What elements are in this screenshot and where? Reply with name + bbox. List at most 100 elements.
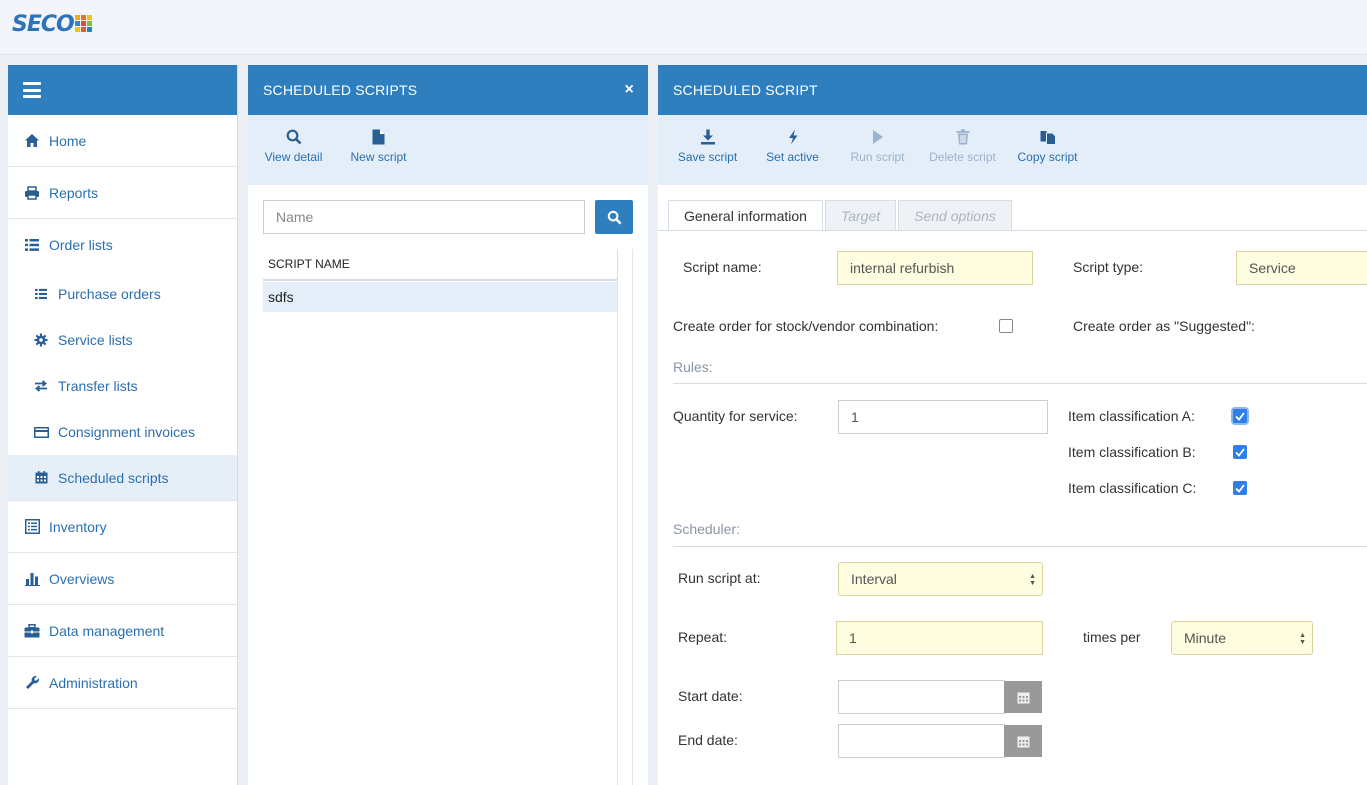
- trash-icon: [956, 128, 970, 146]
- sidebar-item-label: Reports: [49, 184, 99, 201]
- repeat-label: Repeat:: [678, 629, 728, 645]
- calendar-icon: [33, 471, 49, 484]
- repeat-input[interactable]: 1: [836, 621, 1043, 655]
- sidebar-subitem-consignment-invoices[interactable]: Consignment invoices: [8, 409, 237, 455]
- copy-script-button[interactable]: Copy script: [1010, 115, 1085, 164]
- sidebar-subitem-purchase-orders[interactable]: Purchase orders: [8, 271, 237, 317]
- tab-general-information[interactable]: General information: [668, 200, 823, 230]
- sidebar-item-label: Order lists: [49, 237, 113, 253]
- times-per-select[interactable]: Minute ▲ ▼: [1171, 621, 1313, 655]
- sidebar-item-reports[interactable]: Reports: [8, 167, 237, 219]
- list-icon: [33, 288, 49, 300]
- table-row[interactable]: sdfs: [263, 282, 617, 312]
- search-icon: [607, 210, 622, 225]
- row-script-name: sdfs: [268, 289, 294, 305]
- search-button[interactable]: [595, 200, 633, 234]
- gear-icon: [33, 333, 49, 347]
- wrench-icon: [23, 675, 41, 690]
- sidebar-item-administration[interactable]: Administration: [8, 657, 237, 709]
- class-c-checkbox[interactable]: [1233, 481, 1247, 495]
- view-detail-label: View detail: [264, 150, 323, 164]
- tab-underline: [658, 230, 1367, 231]
- repeat-value: 1: [849, 630, 857, 646]
- tab-target[interactable]: Target: [824, 200, 897, 230]
- tab-bar: General information Target Send options: [668, 200, 1014, 230]
- panel-title: SCHEDULED SCRIPT: [673, 82, 818, 98]
- briefcase-icon: [23, 623, 41, 638]
- sidebar-subitem-label: Service lists: [58, 332, 133, 348]
- search-row: [263, 200, 633, 234]
- quantity-value: 1: [851, 409, 859, 425]
- script-type-label: Script type:: [1073, 259, 1144, 275]
- new-script-label: New script: [350, 150, 407, 164]
- tab-label: General information: [684, 207, 807, 224]
- start-date-picker-button[interactable]: [1004, 681, 1042, 713]
- column-divider: [617, 249, 618, 281]
- search-icon: [286, 128, 302, 146]
- script-type-value: Service: [1249, 260, 1296, 276]
- save-script-label: Save script: [677, 150, 738, 164]
- new-script-button[interactable]: New script: [341, 115, 416, 164]
- sidebar-subitem-transfer-lists[interactable]: Transfer lists: [8, 363, 237, 409]
- sidebar-subitem-scheduled-scripts[interactable]: Scheduled scripts: [8, 455, 237, 501]
- sidebar-item-order-lists[interactable]: Order lists: [8, 219, 237, 271]
- seco-logo[interactable]: SECO: [12, 12, 92, 37]
- view-detail-button[interactable]: View detail: [256, 115, 331, 164]
- run-at-select[interactable]: Interval ▲ ▼: [838, 562, 1043, 596]
- sidebar-item-inventory[interactable]: Inventory: [8, 501, 237, 553]
- tab-label: Send options: [914, 207, 996, 224]
- play-icon: [872, 128, 884, 146]
- save-script-button[interactable]: Save script: [670, 115, 745, 164]
- run-at-label: Run script at:: [678, 570, 761, 586]
- sidebar-subitem-service-lists[interactable]: Service lists: [8, 317, 237, 363]
- panel-title: SCHEDULED SCRIPTS: [263, 82, 418, 98]
- sidebar-item-home[interactable]: Home: [8, 115, 237, 167]
- class-b-checkbox[interactable]: [1233, 445, 1247, 459]
- end-date-label: End date:: [678, 732, 738, 748]
- bar-chart-icon: [23, 572, 41, 586]
- close-icon[interactable]: ×: [624, 81, 634, 99]
- run-script-button[interactable]: Run script: [840, 115, 915, 164]
- list-icon: [23, 238, 41, 252]
- inventory-icon: [23, 519, 41, 534]
- sidebar-item-label: Inventory: [49, 518, 107, 535]
- script-name-value: internal refurbish: [850, 260, 955, 276]
- menu-icon[interactable]: [23, 82, 41, 98]
- class-a-checkbox[interactable]: [1233, 409, 1247, 423]
- delete-script-label: Delete script: [929, 150, 996, 164]
- create-order-checkbox[interactable]: [999, 319, 1013, 333]
- check-icon: [1235, 411, 1245, 421]
- start-date-label: Start date:: [678, 688, 743, 704]
- script-type-select[interactable]: Service: [1236, 251, 1367, 285]
- set-active-button[interactable]: Set active: [755, 115, 830, 164]
- column-header-script-name[interactable]: SCRIPT NAME: [263, 249, 617, 281]
- set-active-label: Set active: [766, 150, 819, 164]
- sidebar-subitem-label: Transfer lists: [58, 378, 138, 394]
- run-script-label: Run script: [850, 150, 905, 164]
- transfer-icon: [33, 380, 49, 392]
- tab-label: Target: [840, 207, 881, 224]
- list-toolbar: View detail New script: [248, 115, 648, 185]
- delete-script-button[interactable]: Delete script: [925, 115, 1000, 164]
- sidebar-item-data-management[interactable]: Data management: [8, 605, 237, 657]
- scrollbar-track[interactable]: [632, 249, 633, 785]
- copy-script-label: Copy script: [1017, 150, 1078, 164]
- sidebar-item-label: Administration: [49, 674, 138, 691]
- rules-divider: [673, 383, 1367, 384]
- calendar-icon: [1017, 692, 1029, 703]
- order-lists-submenu: Purchase orders Service lists Transfer l…: [8, 271, 237, 501]
- quantity-input[interactable]: 1: [838, 400, 1048, 434]
- tab-send-options[interactable]: Send options: [898, 200, 1012, 230]
- end-date-input[interactable]: [838, 724, 1005, 758]
- sidebar-item-label: Overviews: [49, 570, 115, 587]
- start-date-input[interactable]: [838, 680, 1005, 714]
- name-search-input[interactable]: [263, 200, 585, 234]
- calendar-icon: [1017, 736, 1029, 747]
- sidebar-item-overviews[interactable]: Overviews: [8, 553, 237, 605]
- script-name-label: Script name:: [683, 259, 762, 275]
- printer-icon: [23, 185, 41, 200]
- script-name-input[interactable]: internal refurbish: [837, 251, 1033, 285]
- end-date-picker-button[interactable]: [1004, 725, 1042, 757]
- create-suggested-label: Create order as "Suggested":: [1073, 318, 1255, 334]
- create-order-label: Create order for stock/vendor combinatio…: [673, 318, 939, 334]
